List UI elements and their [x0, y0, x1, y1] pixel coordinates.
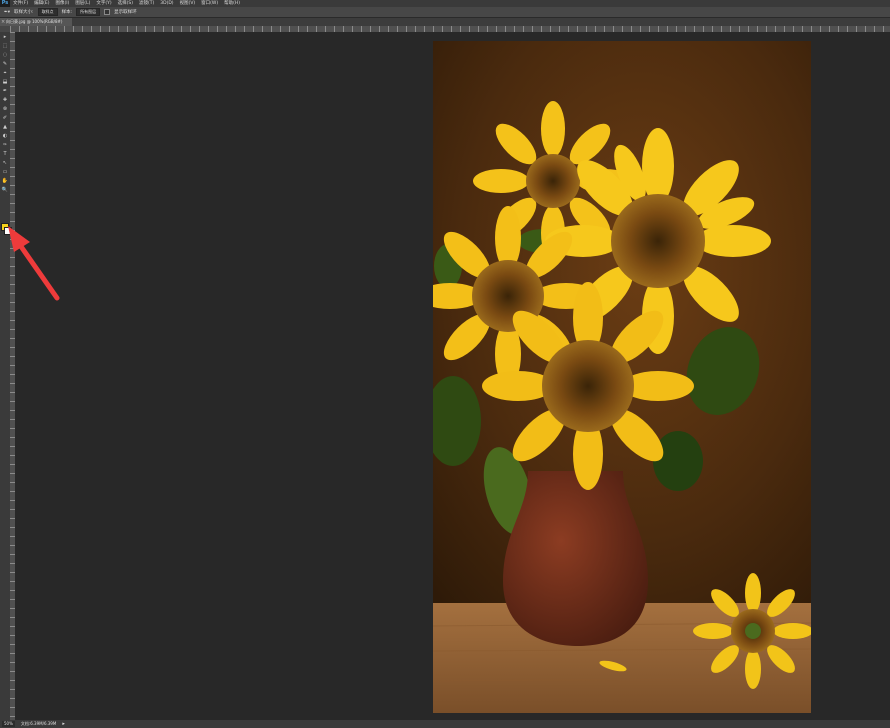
- menu-3d[interactable]: 3D(D): [157, 0, 176, 7]
- history-brush-tool-icon[interactable]: ✐: [1, 115, 9, 122]
- blur-tool-icon[interactable]: ✑: [1, 142, 9, 149]
- show-ring-label: 显示取样环: [114, 10, 137, 15]
- tool-panel: ▸ ⬚ ◌ ✎ ⌖ ⬓ ✒ ✚ ⊗ ✐ ▲ ◐ ✑ T ↖ ▭ ✋ 🔍: [0, 32, 12, 720]
- document-info[interactable]: 文档:6.39M/6.39M: [21, 721, 56, 727]
- chevron-right-icon[interactable]: ▸: [62, 721, 65, 727]
- quick-select-tool-icon[interactable]: ✎: [1, 61, 9, 68]
- marquee-tool-icon[interactable]: ⬚: [1, 43, 9, 50]
- menu-layer[interactable]: 图层(L): [72, 0, 93, 7]
- menu-view[interactable]: 视图(V): [177, 0, 199, 7]
- brush-tool-icon[interactable]: ✚: [1, 97, 9, 104]
- healing-tool-icon[interactable]: ✒: [1, 88, 9, 95]
- menu-filter[interactable]: 滤镜(T): [136, 0, 157, 7]
- sunflower-photo[interactable]: [433, 41, 811, 713]
- photoshop-logo: Ps: [0, 0, 10, 7]
- clone-stamp-tool-icon[interactable]: ⊗: [1, 106, 9, 113]
- zoom-tool-icon[interactable]: 🔍: [1, 187, 9, 194]
- crop-tool-icon[interactable]: ⌖: [1, 70, 9, 77]
- status-bar: 50% 文档:6.39M/6.39M ▸: [0, 720, 890, 728]
- show-ring-checkbox[interactable]: [104, 9, 111, 15]
- sample-select[interactable]: 所有图层: [76, 8, 101, 16]
- menu-type[interactable]: 文字(Y): [93, 0, 114, 7]
- eyedropper-icon[interactable]: ✒▾: [4, 10, 10, 15]
- path-select-tool-icon[interactable]: ↖: [1, 160, 9, 167]
- hand-tool-icon[interactable]: ✋: [1, 178, 9, 185]
- gradient-tool-icon[interactable]: ◐: [1, 133, 9, 140]
- options-bar: ✒▾ 取样大小: 取样点 样本: 所有图层 显示取样环: [0, 7, 890, 18]
- sample-size-select[interactable]: 取样点: [37, 8, 58, 16]
- menu-window[interactable]: 窗口(W): [198, 0, 221, 7]
- eyedropper-tool-icon[interactable]: ⬓: [1, 79, 9, 86]
- sample-size-label: 取样大小:: [14, 10, 34, 15]
- lasso-tool-icon[interactable]: ◌: [1, 52, 9, 59]
- background-color-swatch[interactable]: [4, 227, 12, 235]
- zoom-level[interactable]: 50%: [2, 721, 15, 727]
- menu-help[interactable]: 帮助(H): [221, 0, 243, 7]
- menu-select[interactable]: 选择(S): [115, 0, 136, 7]
- sample-label: 样本:: [61, 10, 73, 15]
- close-icon[interactable]: ×: [1, 18, 5, 26]
- menu-image[interactable]: 图像(I): [52, 0, 72, 7]
- shape-tool-icon[interactable]: ▭: [1, 169, 9, 176]
- menu-file[interactable]: 文件(F): [10, 0, 31, 7]
- eraser-tool-icon[interactable]: ▲: [1, 124, 9, 131]
- menu-edit[interactable]: 编辑(E): [31, 0, 52, 7]
- document-tab-title: 向日葵.jpg @ 100%(RGB/8#): [6, 19, 63, 24]
- document-tab-bar: × 向日葵.jpg @ 100%(RGB/8#): [0, 18, 890, 26]
- pen-tool-icon[interactable]: T: [1, 151, 9, 158]
- document-tab[interactable]: × 向日葵.jpg @ 100%(RGB/8#): [0, 18, 72, 26]
- move-tool-icon[interactable]: ▸: [1, 34, 9, 41]
- menu-bar: Ps 文件(F) 编辑(E) 图像(I) 图层(L) 文字(Y) 选择(S) 滤…: [0, 0, 890, 7]
